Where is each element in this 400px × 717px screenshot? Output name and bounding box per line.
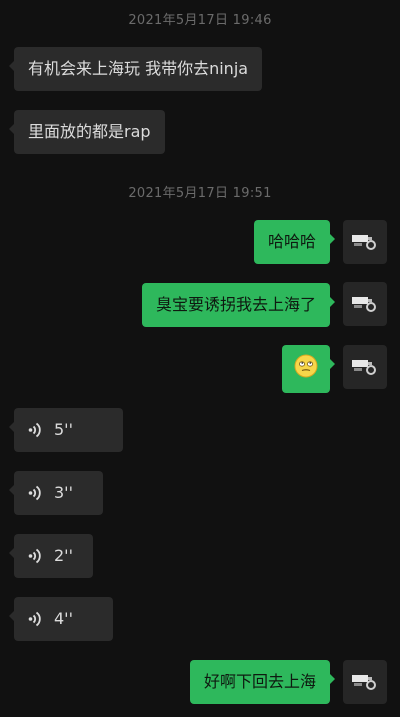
message-bubble-outgoing[interactable]: 好啊下回去上海 [189, 660, 336, 704]
message-text: 哈哈哈 [267, 232, 316, 251]
voice-wave-icon [28, 548, 41, 564]
message-bubble-outgoing[interactable]: 哈哈哈 [253, 220, 336, 264]
message-text: 臭宝要诱拐我去上海了 [155, 295, 316, 314]
avatar-image-icon [352, 297, 376, 312]
timestamp: 2021年5月17日 19:51 [128, 186, 272, 201]
message-bubble-outgoing[interactable] [282, 345, 335, 393]
chat-view: 2021年5月17日 19:46 有机会来上海玩 我带你去ninja 里面放的都… [0, 0, 400, 717]
message-bubble-incoming[interactable]: 里面放的都是rap [9, 110, 165, 154]
voice-duration: 5'' [54, 420, 73, 439]
voice-message[interactable]: 2'' [9, 534, 93, 578]
timestamp: 2021年5月17日 19:46 [128, 13, 272, 28]
avatar[interactable] [343, 660, 387, 704]
message-text: 有机会来上海玩 我带你去ninja [28, 59, 249, 78]
voice-message[interactable]: 4'' [9, 597, 113, 641]
voice-message[interactable]: 5'' [9, 408, 123, 452]
voice-duration: 3'' [54, 483, 73, 502]
avatar[interactable] [343, 345, 387, 389]
avatar[interactable] [343, 282, 387, 326]
voice-wave-icon [28, 611, 41, 627]
message-text: 好啊下回去上海 [203, 672, 316, 691]
avatar-image-icon [352, 235, 376, 250]
voice-message[interactable]: 3'' [9, 471, 103, 515]
voice-duration: 2'' [54, 546, 73, 565]
voice-duration: 4'' [54, 609, 73, 628]
message-text: 里面放的都是rap [28, 122, 151, 141]
dizzy-face-emoji-icon [294, 354, 318, 378]
message-bubble-incoming[interactable]: 有机会来上海玩 我带你去ninja [8, 47, 263, 91]
avatar[interactable] [343, 220, 387, 264]
avatar-image-icon [352, 675, 376, 690]
voice-wave-icon [28, 485, 41, 501]
voice-wave-icon [28, 422, 41, 438]
message-bubble-outgoing[interactable]: 臭宝要诱拐我去上海了 [141, 283, 336, 327]
avatar-image-icon [352, 360, 376, 375]
